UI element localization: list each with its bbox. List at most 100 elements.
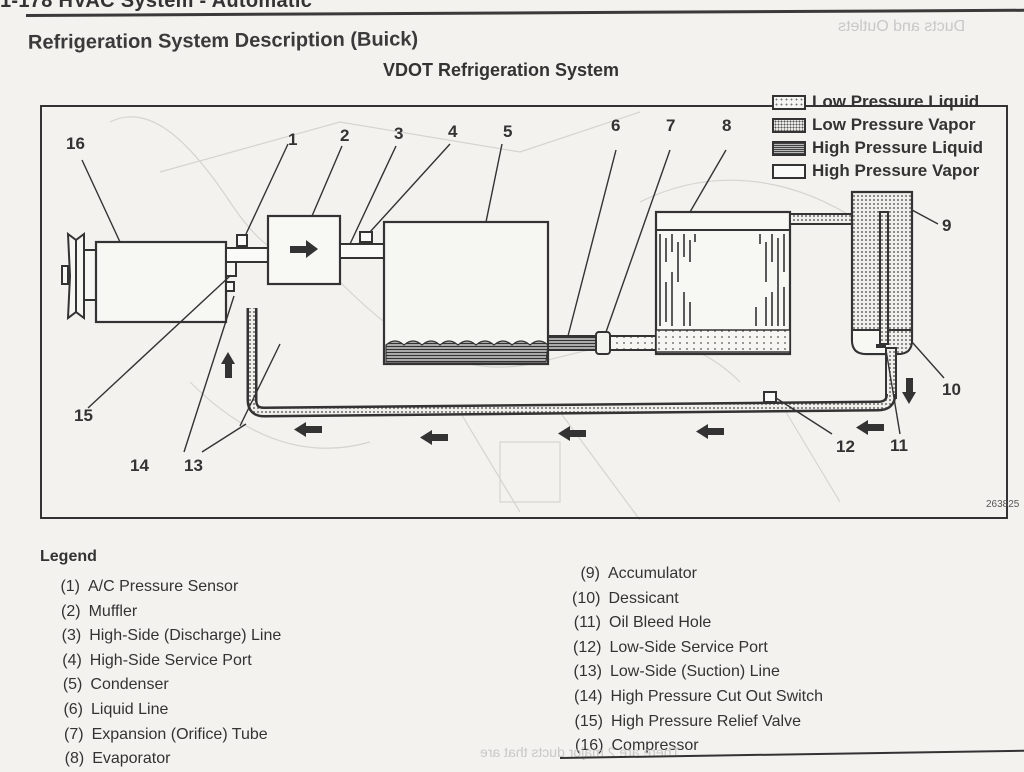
legend-item-label: Evaporator: [92, 750, 171, 768]
legend-item-label: High Pressure Cut Out Switch: [610, 688, 824, 705]
liquid-line: [547, 335, 599, 351]
callout-5: 5: [503, 122, 513, 141]
condenser: [382, 220, 550, 366]
legend-item-label: Liquid Line: [91, 701, 169, 718]
legend-item-number: (10): [572, 589, 601, 607]
legend-item: (2) Muffler: [41, 602, 138, 621]
legend-item-number: (8): [64, 750, 85, 768]
evaporator-liquid: [655, 329, 791, 353]
down-arrow-icon: [902, 378, 916, 404]
callout-12: 12: [836, 437, 855, 456]
compressor-clutch: [83, 249, 97, 301]
sparse-dots-swatch-icon: [772, 95, 806, 110]
left-arrow-icon: [294, 422, 322, 437]
figure-title: VDOT Refrigeration System: [383, 60, 620, 80]
legend-item-label: High-Side (Discharge) Line: [89, 627, 282, 645]
legend-item: (4) High-Side Service Port: [42, 651, 252, 670]
legend-item: (12) Low-Side Service Port: [562, 639, 768, 657]
cut-out-switch: [225, 281, 235, 292]
legend-item-number: (14): [574, 688, 603, 705]
callout-9: 9: [942, 216, 952, 235]
legend-item: (15) High Pressure Relief Valve: [563, 713, 801, 731]
legend-item-label: High-Side Service Port: [89, 651, 252, 669]
left-arrow-icon: [696, 424, 724, 439]
expansion-orifice-tube: [595, 331, 611, 355]
accumulator: [850, 190, 914, 399]
discharge-line-b: [339, 243, 385, 259]
legend-item-number: (9): [580, 565, 600, 582]
legend-item: (3) High-Side (Discharge) Line: [41, 627, 282, 645]
legend-item: (1) A/C Pressure Sensor: [40, 578, 238, 596]
condenser-liquid: [385, 340, 549, 363]
callout-14: 14: [130, 456, 149, 475]
callout-2: 2: [340, 126, 350, 145]
legend-item-label: A/C Pressure Sensor: [88, 578, 239, 595]
legend-item-number: (13): [573, 663, 602, 681]
legend-item: (8) Evaporator: [44, 750, 171, 768]
legend-item-label: Oil Bleed Hole: [609, 614, 712, 632]
left-arrow-icon: [420, 430, 448, 445]
evaporator: [654, 210, 792, 356]
ac-pressure-sensor: [236, 234, 248, 247]
legend-item-number: (15): [574, 712, 603, 730]
up-arrow-icon: [221, 352, 235, 378]
legend-item: (13) Low-Side (Suction) Line: [562, 663, 780, 681]
legend-item-label: Low-Side Service Port: [609, 638, 768, 656]
legend-item-number: (5): [62, 676, 83, 694]
legend-item-label: Condenser: [90, 676, 169, 694]
legend-item: (14) High Pressure Cut Out Switch: [563, 688, 824, 706]
dense-dots-swatch-icon: [772, 118, 806, 133]
legend-item: (10) Dessicant: [561, 590, 679, 608]
legend-item: (11) Oil Bleed Hole: [561, 614, 712, 632]
dark-hatch-swatch-icon: [772, 141, 806, 156]
evaporator-inlet-line: [609, 335, 657, 351]
callout-15: 15: [74, 406, 93, 425]
legend-item: (5) Condenser: [42, 676, 169, 694]
accumulator-pickup-tube: [879, 211, 889, 345]
blank-swatch-icon: [772, 164, 806, 179]
compressor-pulley-rim: [75, 232, 85, 320]
relief-valve: [225, 261, 237, 277]
callout-3: 3: [394, 124, 404, 143]
legend-item: (7) Expansion (Orifice) Tube: [44, 726, 268, 744]
legend-item-label: Expansion (Orifice) Tube: [91, 725, 268, 743]
bleed-through-header: Ducts and Outlets: [838, 18, 966, 35]
callout-8: 8: [722, 116, 732, 135]
callout-4: 4: [448, 122, 458, 141]
callout-16: 16: [66, 134, 85, 153]
legend-item-label: High Pressure Relief Valve: [611, 712, 802, 730]
left-arrow-icon: [856, 420, 884, 435]
compressor: [61, 231, 237, 324]
low-side-service-port: [763, 391, 777, 403]
page-header-title: 1-178 HVAC System - Automatic: [0, 0, 313, 12]
callout-10: 10: [942, 380, 961, 399]
compressor-pulley: [66, 231, 77, 321]
discharge-line-a: [225, 247, 269, 263]
high-side-service-port: [359, 231, 373, 243]
legend-item-number: (4): [62, 651, 82, 669]
oil-bleed-hole: [876, 344, 886, 348]
legend-item-label: Muffler: [88, 602, 138, 620]
figure-code: 263825: [986, 499, 1020, 510]
callout-6: 6: [611, 116, 621, 135]
legend-item-number: (11): [573, 614, 601, 632]
legend-item-number: (12): [573, 638, 602, 656]
legend-item: (9) Accumulator: [560, 565, 697, 583]
compressor-body: [94, 240, 228, 324]
legend-item-number: (2): [61, 602, 81, 620]
callout-13: 13: [184, 456, 203, 475]
legend-item-number: (7): [64, 725, 84, 743]
legend-item-number: (1): [60, 578, 80, 595]
section-title: Refrigeration System Description (Buick): [27, 28, 419, 54]
legend-item-label: Dessicant: [608, 589, 679, 607]
compressor-shaft: [61, 265, 69, 285]
legend-item-number: (6): [63, 701, 83, 718]
page-header: 1-178 HVAC System - Automatic: [0, 0, 1024, 18]
callout-1: 1: [288, 130, 298, 149]
legend-item-label: Accumulator: [608, 565, 697, 582]
callout-7: 7: [666, 116, 676, 135]
legend-item: (6) Liquid Line: [43, 701, 168, 719]
callout-11: 11: [890, 436, 908, 455]
legend-item-number: (3): [61, 627, 82, 645]
legend-item-label: Low-Side (Suction) Line: [610, 663, 780, 681]
